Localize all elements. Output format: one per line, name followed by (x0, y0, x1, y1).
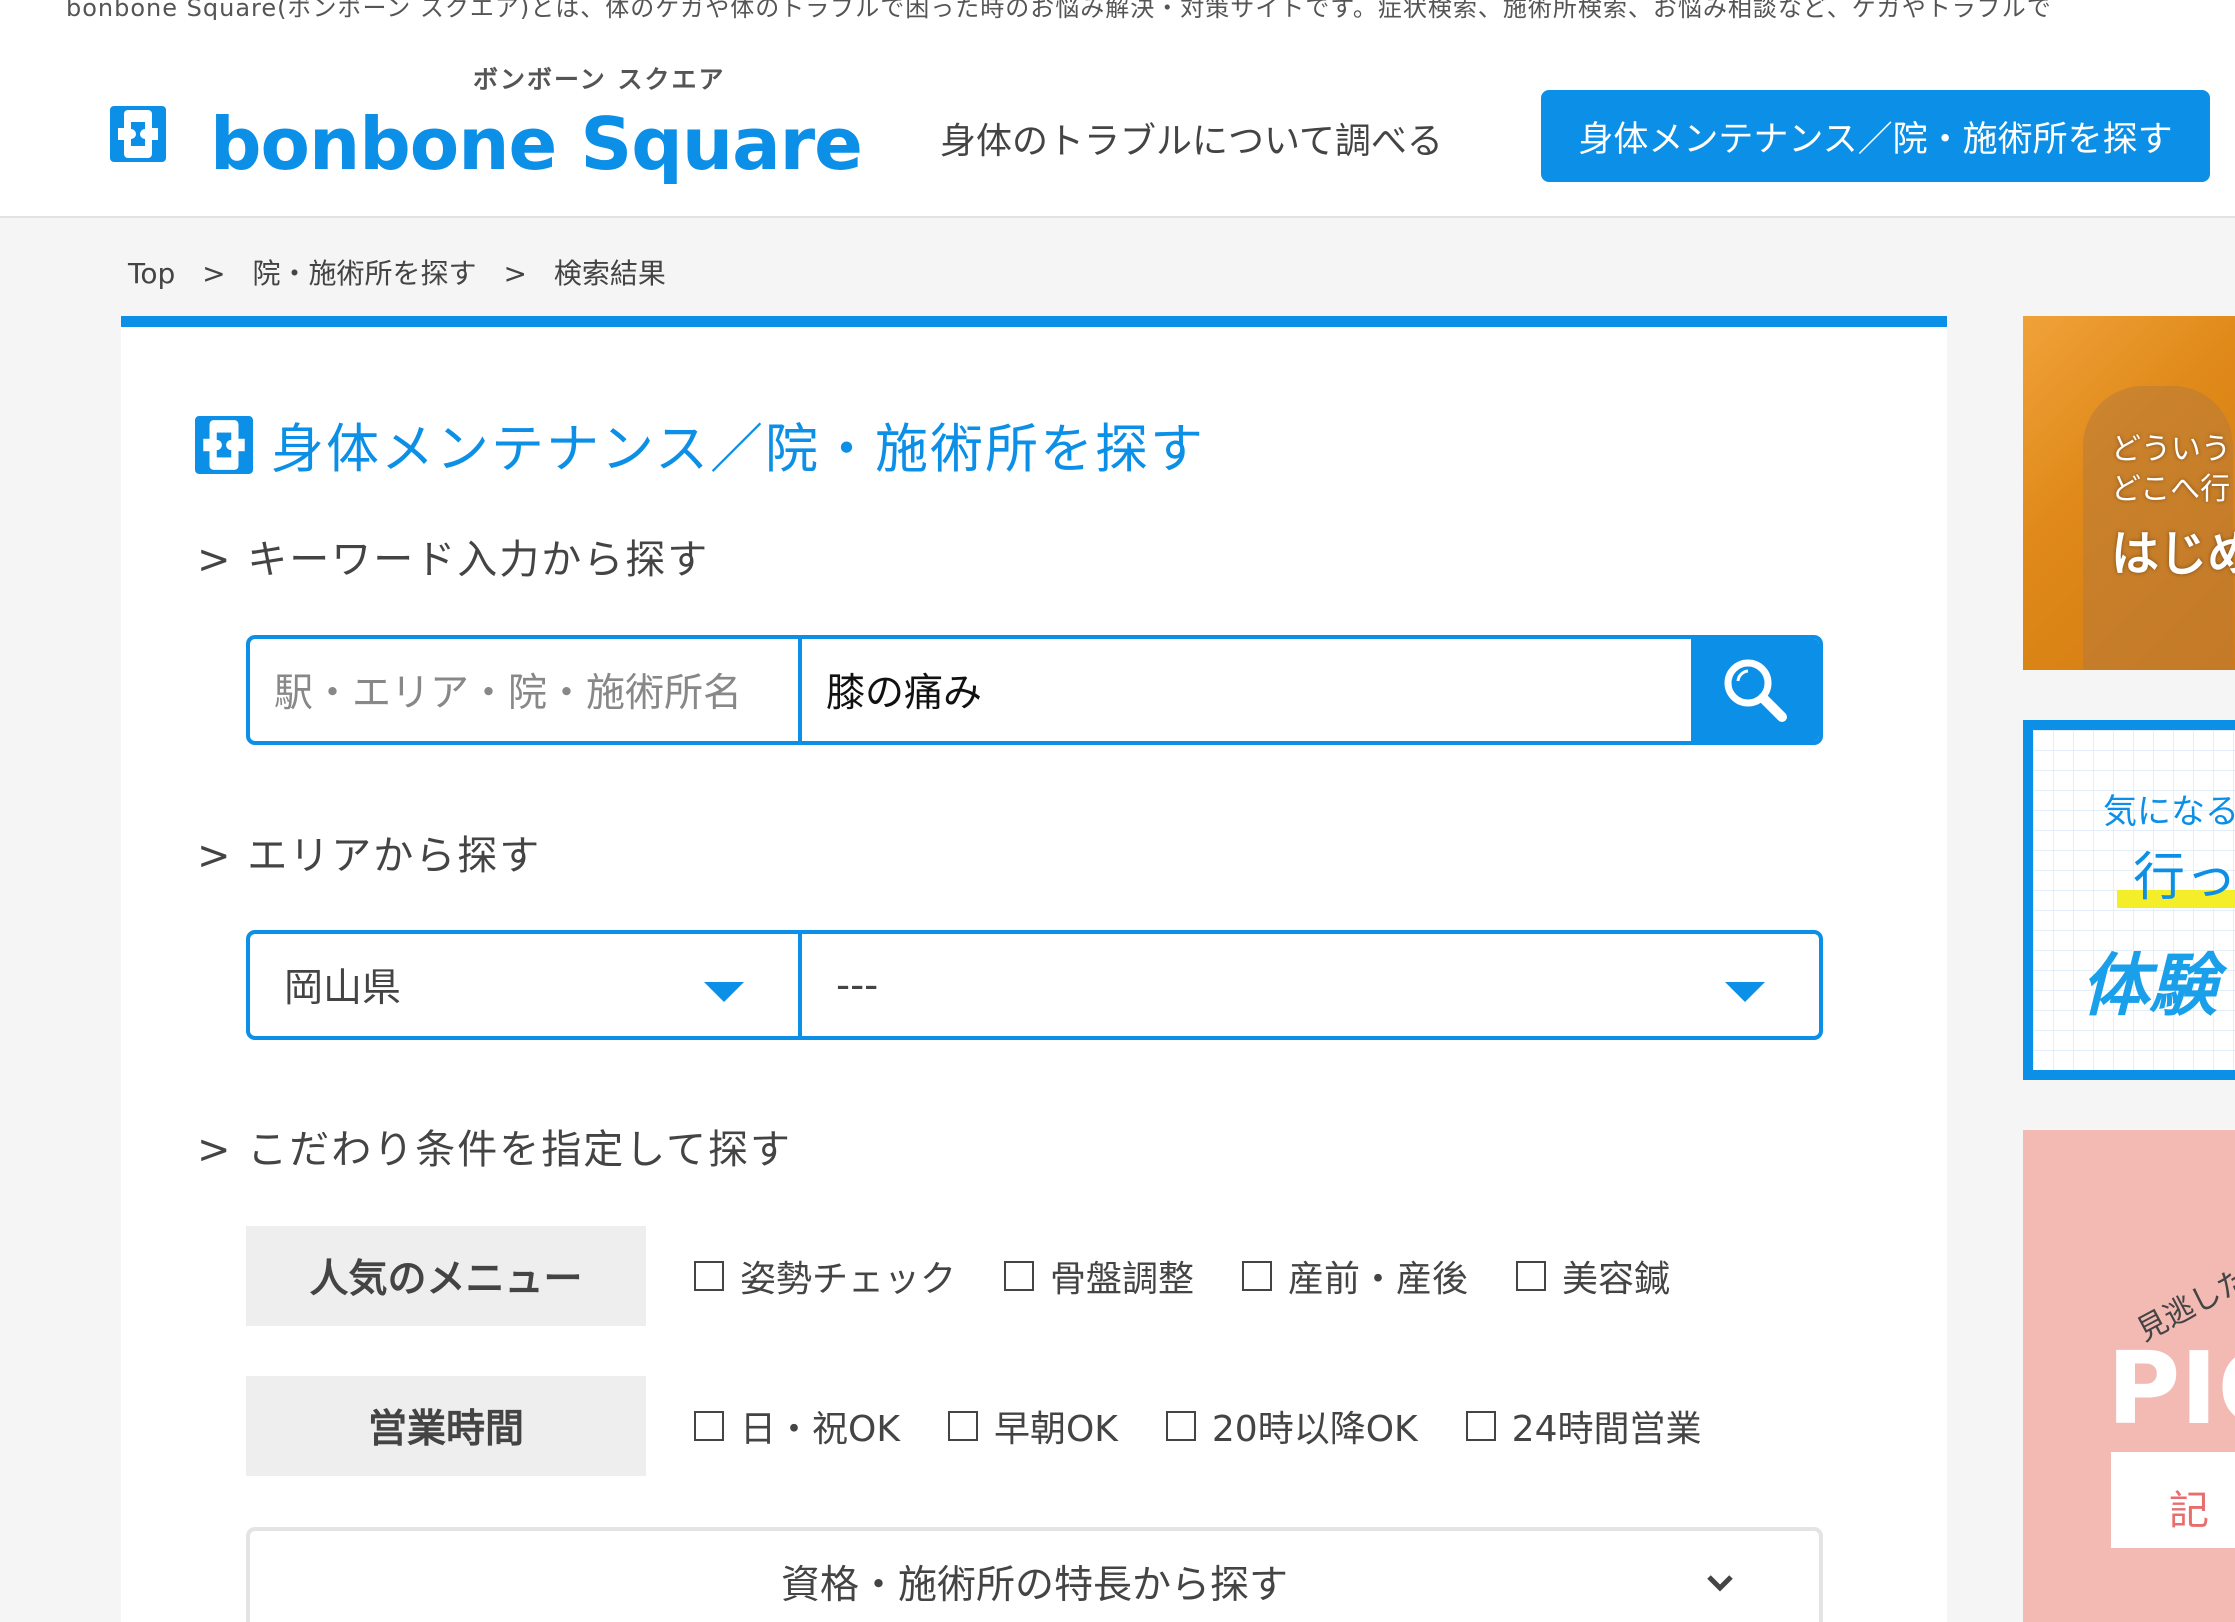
bonbone-logo-icon (195, 416, 253, 474)
chevron-down-icon (1707, 1575, 1733, 1592)
checkbox[interactable] (1165, 1411, 1196, 1441)
prefecture-value: 岡山県 (284, 966, 402, 1011)
checkbox-label: 24時間営業 (1511, 1409, 1702, 1450)
nav-button-find-clinic[interactable]: 身体メンテナンス／院・施術所を探す (1541, 90, 2210, 182)
breadcrumb-separator: > (202, 257, 226, 290)
checkbox[interactable] (1465, 1411, 1496, 1441)
site-header: ボンボーン スクエア bonbone Square 身体のトラブルについて調べる… (0, 20, 2235, 218)
checkbox-option[interactable]: 骨盤調整 (1004, 1250, 1194, 1302)
checkbox[interactable] (947, 1411, 978, 1441)
page-title-text: 身体メンテナンス／院・施術所を探す (271, 419, 1205, 480)
area-select-group: 岡山県 --- (246, 930, 1823, 1040)
area-section-heading: > エリアから探す (197, 833, 542, 879)
banner-text: 行っ (2133, 848, 2235, 908)
city-select[interactable]: --- (802, 934, 1819, 1036)
checkbox[interactable] (694, 1261, 724, 1291)
breadcrumb-find-clinic[interactable]: 院・施術所を探す (253, 257, 477, 290)
sidebar-banner-guide[interactable]: どういう どこへ行 はじめ (2023, 316, 2235, 670)
logo-kana: ボンボーン スクエア (473, 65, 726, 94)
banner-text: どういう (2111, 432, 2231, 467)
checkbox-label: 姿勢チェック (740, 1259, 957, 1300)
checkbox-label: 美容鍼 (1562, 1259, 1671, 1300)
filter-row-menu: 人気のメニュー 姿勢チェック 骨盤調整 産前・産後 美容鍼 (246, 1226, 1670, 1326)
breadcrumb: Top > 院・施術所を探す > 検索結果 (128, 252, 684, 292)
filter-label-menu: 人気のメニュー (246, 1226, 646, 1326)
banner-text: はじめ (2111, 526, 2235, 582)
dropdown-triangle-icon (1725, 982, 1765, 1002)
checkbox-label: 日・祝OK (740, 1409, 900, 1450)
sidebar-banner-pickup[interactable]: 見逃した PIC 記 (2023, 1130, 2235, 1622)
search-button[interactable] (1691, 639, 1819, 741)
checkbox-option[interactable]: 早朝OK (947, 1400, 1118, 1452)
banner-text: 体験 (2081, 947, 2218, 1026)
keyword-input[interactable]: 膝の痛み (802, 639, 1691, 741)
breadcrumb-current: 検索結果 (553, 257, 666, 290)
checkbox-label: 20時以降OK (1211, 1409, 1418, 1450)
banner-text: 記 (2169, 1488, 2209, 1534)
page-title: 身体メンテナンス／院・施術所を探す (195, 407, 1205, 483)
checkbox[interactable] (1516, 1261, 1547, 1291)
checkbox-option[interactable]: 日・祝OK (694, 1400, 900, 1452)
checkbox[interactable] (1004, 1261, 1035, 1291)
prefecture-select[interactable]: 岡山県 (250, 934, 802, 1036)
banner-text: 気になる (2103, 792, 2235, 832)
checkbox-option[interactable]: 姿勢チェック (694, 1250, 956, 1302)
keyword-search-form: 駅・エリア・院・施術所名 膝の痛み (246, 635, 1823, 745)
checkbox-option[interactable]: 24時間営業 (1465, 1400, 1702, 1452)
bonbone-logo-icon (110, 106, 166, 162)
checkbox-label: 産前・産後 (1288, 1259, 1469, 1300)
checkbox-option[interactable]: 20時以降OK (1165, 1400, 1418, 1452)
banner-text: どこへ行 (2111, 472, 2231, 507)
tagline-text: bonbone Square(ボンボーン スクエア)とは、体のケガや体のトラブル… (66, 0, 2052, 20)
site-tagline: bonbone Square(ボンボーン スクエア)とは、体のケガや体のトラブル… (0, 0, 2235, 20)
nav-link-body-trouble[interactable]: 身体のトラブルについて調べる (940, 112, 1443, 164)
checkbox[interactable] (1242, 1261, 1273, 1291)
search-icon (1724, 659, 1787, 722)
filter-label-hours: 営業時間 (246, 1376, 646, 1476)
area-name-input[interactable]: 駅・エリア・院・施術所名 (250, 639, 802, 741)
features-accordion[interactable]: 資格・施術所の特長から探す (246, 1527, 1823, 1622)
search-card: 身体メンテナンス／院・施術所を探す > キーワード入力から探す 駅・エリア・院・… (121, 316, 1947, 1622)
sidebar-banner-experience[interactable]: 気になる 行っ 体験 (2023, 720, 2235, 1080)
checkbox-option[interactable]: 美容鍼 (1516, 1250, 1670, 1302)
checkbox-label: 早朝OK (993, 1409, 1118, 1450)
filter-section-heading: > こだわり条件を指定して探す (197, 1127, 793, 1173)
dropdown-triangle-icon (704, 982, 744, 1002)
keyword-section-heading: > キーワード入力から探す (197, 537, 710, 583)
logo-text: bonbone Square (210, 102, 863, 186)
accordion-label: 資格・施術所の特長から探す (780, 1563, 1288, 1608)
site-logo[interactable]: ボンボーン スクエア bonbone Square (108, 60, 863, 190)
breadcrumb-top[interactable]: Top (128, 257, 175, 290)
checkbox-option[interactable]: 産前・産後 (1242, 1250, 1468, 1302)
breadcrumb-separator: > (503, 257, 527, 290)
checkbox-label: 骨盤調整 (1050, 1259, 1195, 1300)
banner-text: PIC (2107, 1330, 2235, 1447)
filter-row-hours: 営業時間 日・祝OK 早朝OK 20時以降OK 24時間営業 (246, 1376, 1701, 1476)
city-value: --- (836, 962, 879, 1008)
checkbox[interactable] (694, 1411, 724, 1441)
